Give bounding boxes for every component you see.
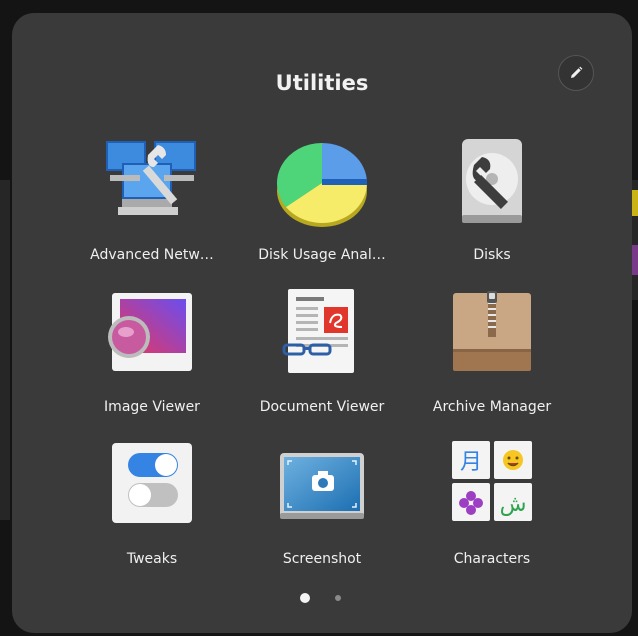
camera-screen-icon [280,453,364,519]
image-viewer-icon [108,293,192,371]
edit-folder-button[interactable] [558,55,594,91]
app-advanced-network[interactable]: Advanced Netw… [67,131,237,281]
network-computers-wrench-icon [106,141,196,215]
app-screenshot[interactable]: Screenshot [237,435,407,585]
toggle-switches-icon [112,443,192,523]
page-dot-1[interactable] [300,593,310,603]
background-app-left [0,180,10,520]
app-image-viewer[interactable]: Image Viewer [67,283,237,433]
app-label: Archive Manager [432,399,552,415]
background-app-yellow [632,190,638,216]
hard-disk-wrench-icon [462,139,522,223]
app-archive-manager[interactable]: Archive Manager [407,283,577,433]
page-dot-2[interactable] [335,595,341,601]
app-label: Screenshot [282,551,362,567]
app-disk-usage-analyzer[interactable]: Disk Usage Anal… [237,131,407,281]
pencil-icon [571,66,583,78]
app-label: Disks [473,247,511,263]
svg-text:月: 月 [460,450,482,475]
background-app-purple [632,245,638,275]
app-folder-dialog: Utilities Advanced Netw… Disk Usage Anal… [12,13,632,633]
app-label: Disk Usage Anal… [258,247,386,263]
app-label: Advanced Netw… [90,247,214,263]
archive-box-icon [453,291,531,371]
svg-text:ش: ش [500,492,527,517]
page-indicator [12,593,632,603]
app-document-viewer[interactable]: Document Viewer [237,283,407,433]
app-label: Image Viewer [104,399,200,415]
app-label: Document Viewer [259,399,385,415]
app-label: Characters [453,551,531,567]
document-glasses-icon [282,289,354,373]
characters-grid-icon: 月 ش [452,441,532,521]
app-disks[interactable]: Disks [407,131,577,281]
app-label: Tweaks [126,551,178,567]
app-characters[interactable]: 月 ش Characters [407,435,577,585]
pie-chart-icon [277,143,367,227]
folder-title: Utilities [275,71,369,95]
app-tweaks[interactable]: Tweaks [67,435,237,585]
